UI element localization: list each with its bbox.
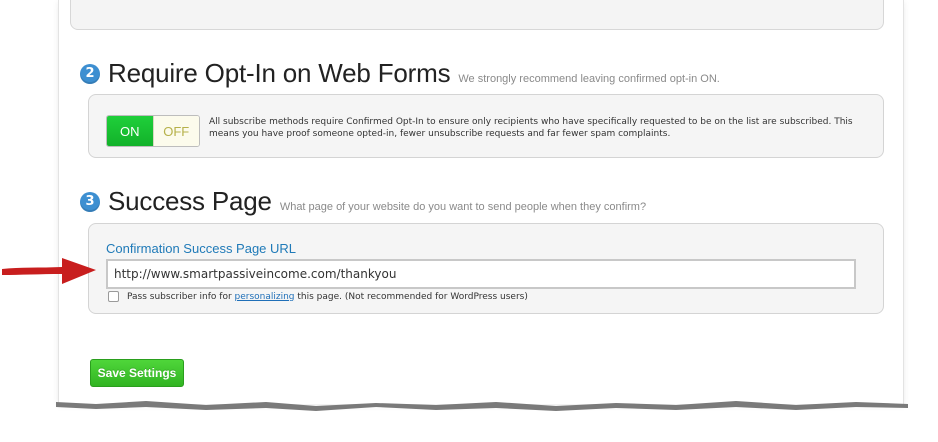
toggle-on-option[interactable]: ON	[107, 116, 153, 146]
save-settings-button[interactable]: Save Settings	[90, 359, 184, 387]
pass-subscriber-info-checkbox[interactable]	[108, 291, 119, 302]
section-require-optin-header: 2 Require Opt-In on Web Forms We strongl…	[80, 58, 720, 89]
red-arrow-icon	[2, 258, 96, 284]
optin-panel: ON OFF All subscribe methods require Con…	[88, 94, 884, 158]
success-url-label: Confirmation Success Page URL	[106, 241, 297, 256]
pass-subscriber-info-row: Pass subscriber info for personalizing t…	[108, 291, 528, 302]
section-success-page-header: 3 Success Page What page of your website…	[80, 186, 646, 217]
success-page-panel: Confirmation Success Page URL Pass subsc…	[88, 223, 884, 314]
section-title: Require Opt-In on Web Forms	[108, 58, 451, 88]
toggle-off-option[interactable]: OFF	[152, 116, 199, 146]
success-url-input[interactable]	[106, 259, 856, 289]
personalizing-link[interactable]: personalizing	[235, 292, 295, 302]
section-subtitle: We strongly recommend leaving confirmed …	[458, 73, 720, 85]
torn-paper-edge	[56, 401, 908, 411]
checkbox-text-after: this page. (Not recommended for WordPres…	[294, 291, 528, 302]
checkbox-text-before: Pass subscriber info for	[127, 291, 235, 302]
section-subtitle: What page of your website do you want to…	[279, 201, 647, 213]
previous-section-panel	[70, 0, 884, 30]
optin-description: All subscribe methods require Confirmed …	[209, 117, 853, 139]
section-title: Success Page	[108, 186, 272, 216]
step-number-badge: 2	[80, 63, 100, 84]
optin-toggle[interactable]: ON OFF	[106, 115, 200, 147]
step-number-badge: 3	[80, 191, 100, 212]
